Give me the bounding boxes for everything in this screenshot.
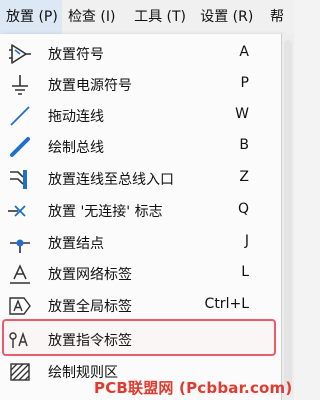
shortcut-label: Q (237, 201, 249, 217)
draw-bus-icon (8, 135, 32, 159)
menu-item-label: 放置连线至总线入口 (48, 172, 174, 188)
menu-item-label: 放置全局标签 (48, 299, 132, 315)
menu-preferences[interactable]: 设置 (R) (194, 0, 264, 34)
shortcut-label: W (235, 106, 249, 122)
shortcut-label: B (239, 137, 249, 153)
global-label-icon (8, 294, 32, 318)
menu-item-label: 放置 '无连接' 标志 (48, 204, 163, 220)
shortcut-label: Ctrl+L (204, 296, 249, 312)
menu-item-label: 放置电源符号 (48, 78, 132, 94)
shortcut-label: Z (239, 169, 249, 185)
place-power-symbol-icon (8, 73, 32, 97)
menu-item-global-label[interactable]: 放置全局标签 Ctrl+L (0, 290, 281, 321)
place-symbol-icon (8, 42, 32, 66)
menu-item-label: 拖动连线 (48, 109, 104, 125)
wire-to-bus-entry-icon (8, 167, 32, 191)
shortcut-label: A (239, 44, 249, 60)
drag-wire-icon (8, 104, 32, 128)
menu-item-net-label[interactable]: 放置网络标签 L (0, 258, 281, 289)
menu-item-place-symbol[interactable]: 放置符号 A (0, 38, 281, 69)
junction-icon (8, 231, 32, 255)
menu-item-wire-to-bus-entry[interactable]: 放置连线至总线入口 Z (0, 163, 281, 194)
menu-item-junction[interactable]: 放置结点 J (0, 227, 281, 258)
menu-tools[interactable]: 工具 (T) (128, 0, 194, 34)
shortcut-label: L (241, 264, 249, 280)
shortcut-label: P (240, 75, 249, 91)
menu-place[interactable]: 放置 (P) (0, 0, 62, 34)
rule-area-icon (8, 360, 32, 384)
net-label-icon (8, 262, 32, 286)
menu-item-label: 绘制总线 (48, 140, 104, 156)
menu-item-draw-bus[interactable]: 绘制总线 B (0, 131, 281, 162)
annotation-highlight-box (2, 319, 276, 356)
menu-help[interactable]: 帮 (264, 0, 294, 34)
menu-item-label: 放置符号 (48, 47, 104, 63)
menu-item-label: 放置网络标签 (48, 267, 132, 283)
menu-bar: 放置 (P) 检查 (I) 工具 (T) 设置 (R) 帮 (0, 0, 294, 35)
menu-item-place-power[interactable]: 放置电源符号 P (0, 69, 281, 100)
menu-inspect[interactable]: 检查 (I) (62, 0, 128, 34)
menu-item-drag-wire[interactable]: 拖动连线 W (0, 100, 281, 131)
no-connect-flag-icon (8, 199, 32, 223)
shortcut-label: J (244, 233, 249, 249)
menu-item-no-connect[interactable]: 放置 '无连接' 标志 Q (0, 195, 281, 226)
scrollbar-thumb[interactable] (284, 40, 292, 390)
watermark-text: PCB联盟网 (Pcbbar.com) (94, 379, 293, 397)
menu-item-label: 放置结点 (48, 236, 104, 252)
